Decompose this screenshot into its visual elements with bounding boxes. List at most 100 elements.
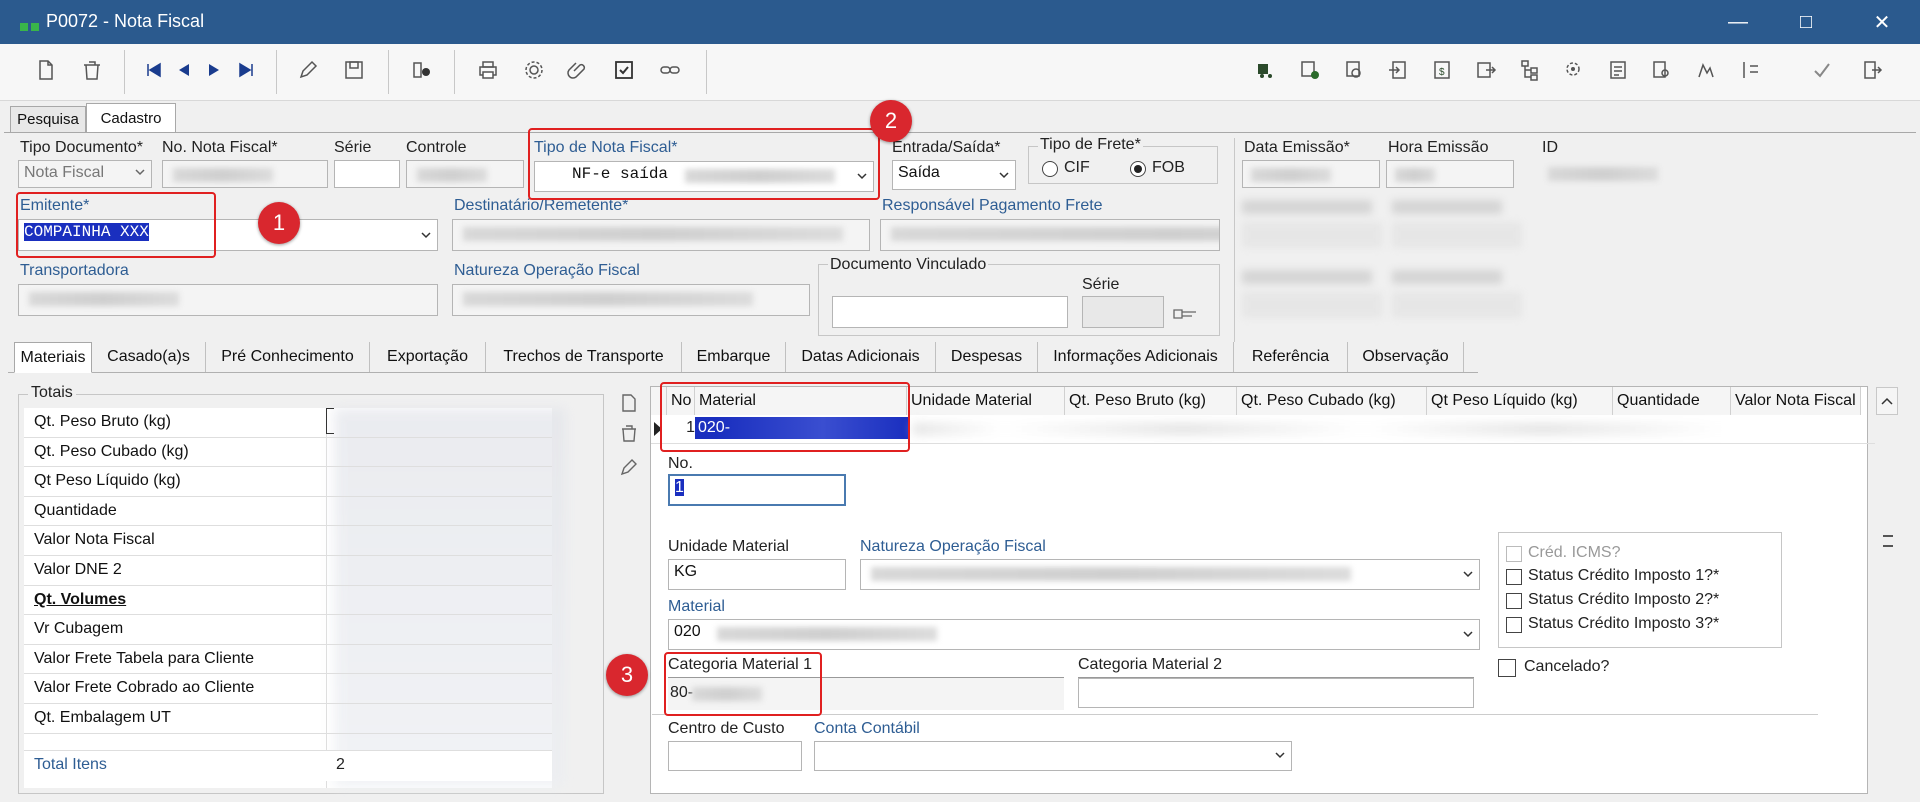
unidade-material-input[interactable]: KG bbox=[668, 559, 846, 590]
status-credito-2-checkbox[interactable] bbox=[1506, 593, 1522, 609]
status-credito-3-label: Status Crédito Imposto 3?* bbox=[1528, 615, 1720, 632]
numero-nota-input[interactable] bbox=[162, 160, 328, 188]
documento-vinculado-serie-input[interactable] bbox=[1082, 296, 1164, 328]
categoria-material-2-input[interactable] bbox=[1078, 678, 1474, 708]
radio-fob[interactable] bbox=[1130, 161, 1146, 177]
natureza-operacao-item-label: Natureza Operação Fiscal bbox=[860, 538, 1046, 555]
column-peso-bruto[interactable]: Qt. Peso Bruto (kg) bbox=[1065, 387, 1237, 415]
edit-icon[interactable] bbox=[292, 54, 324, 86]
tab-materiais[interactable]: Materiais bbox=[14, 342, 92, 373]
sign-document-icon[interactable] bbox=[1690, 54, 1722, 86]
hierarchy-icon[interactable] bbox=[1514, 54, 1546, 86]
tab-referencia[interactable]: Referência bbox=[1234, 342, 1348, 372]
centro-custo-label: Centro de Custo bbox=[668, 720, 785, 737]
first-record-icon[interactable] bbox=[138, 54, 170, 86]
cancelado-checkbox[interactable] bbox=[1498, 659, 1516, 677]
serie-input[interactable] bbox=[334, 160, 400, 188]
natureza-operacao-item-select[interactable] bbox=[860, 559, 1480, 590]
destinatario-select[interactable] bbox=[452, 219, 870, 251]
totais-row: Quantidade bbox=[24, 497, 552, 527]
gear-document-icon[interactable] bbox=[1558, 54, 1590, 86]
conta-contabil-select[interactable] bbox=[814, 741, 1292, 771]
tab-trechos-transporte[interactable]: Trechos de Transporte bbox=[486, 342, 682, 372]
approve-checkbox-icon[interactable] bbox=[608, 54, 640, 86]
print-icon[interactable] bbox=[472, 54, 504, 86]
totais-rows: Qt. Peso Bruto (kg) Qt. Peso Cubado (kg)… bbox=[24, 408, 552, 764]
status-credito-1-checkbox[interactable] bbox=[1506, 569, 1522, 585]
grid-new-icon[interactable] bbox=[618, 392, 640, 414]
preview-document-icon[interactable] bbox=[1646, 54, 1678, 86]
new-document-icon[interactable] bbox=[30, 54, 62, 86]
radio-cif[interactable] bbox=[1042, 161, 1058, 177]
controle-label: Controle bbox=[406, 139, 467, 156]
minimize-button[interactable]: — bbox=[1704, 0, 1772, 44]
settings-icon[interactable] bbox=[518, 54, 550, 86]
tab-datas-adicionais[interactable]: Datas Adicionais bbox=[786, 342, 936, 372]
confirm-icon[interactable] bbox=[1806, 54, 1838, 86]
chevron-down-icon bbox=[135, 169, 145, 176]
status-credito-3-checkbox[interactable] bbox=[1506, 617, 1522, 633]
controle-input[interactable] bbox=[406, 160, 524, 188]
sub-tab-bar: Materiais Casado(a)s Pré Conhecimento Ex… bbox=[14, 342, 1464, 373]
document-status-icon[interactable] bbox=[1294, 54, 1326, 86]
next-record-icon[interactable] bbox=[198, 54, 230, 86]
callout-badge-3: 3 bbox=[606, 654, 648, 696]
previous-record-icon[interactable] bbox=[168, 54, 200, 86]
save-icon[interactable] bbox=[338, 54, 370, 86]
tab-casados[interactable]: Casado(a)s bbox=[92, 342, 206, 372]
data-emissao-input[interactable] bbox=[1242, 160, 1380, 188]
close-button[interactable]: ✕ bbox=[1848, 0, 1916, 44]
totais-row: Qt. Volumes bbox=[24, 586, 552, 616]
vertical-scrollbar[interactable] bbox=[1876, 415, 1898, 794]
tab-pre-conhecimento[interactable]: Pré Conhecimento bbox=[206, 342, 370, 372]
totais-row: Valor DNE 2 bbox=[24, 556, 552, 586]
column-peso-cubado[interactable]: Qt. Peso Cubado (kg) bbox=[1237, 387, 1427, 415]
natureza-operacao-select[interactable] bbox=[452, 284, 810, 316]
exit-icon[interactable] bbox=[1856, 54, 1888, 86]
tab-embarque[interactable]: Embarque bbox=[682, 342, 786, 372]
documento-vinculado-serie-label: Série bbox=[1082, 276, 1120, 293]
link-icon[interactable] bbox=[654, 54, 686, 86]
tab-pesquisa[interactable]: Pesquisa bbox=[10, 106, 86, 133]
column-quantidade[interactable]: Quantidade bbox=[1613, 387, 1731, 415]
documento-vinculado-input[interactable] bbox=[832, 296, 1068, 328]
forward-document-icon[interactable] bbox=[1470, 54, 1502, 86]
grid-delete-icon[interactable] bbox=[618, 422, 640, 444]
tools-icon[interactable] bbox=[1734, 54, 1766, 86]
column-valor-nota[interactable]: Valor Nota Fiscal bbox=[1731, 387, 1861, 415]
material-select[interactable]: 020 bbox=[668, 619, 1480, 650]
column-unidade-material[interactable]: Unidade Material bbox=[907, 387, 1065, 415]
tipo-documento-label: Tipo Documento* bbox=[20, 139, 144, 156]
refresh-document-icon[interactable] bbox=[1338, 54, 1370, 86]
tab-cadastro[interactable]: Cadastro bbox=[86, 103, 176, 133]
financial-document-icon[interactable]: $ bbox=[1426, 54, 1458, 86]
centro-custo-input[interactable] bbox=[668, 741, 802, 771]
report-icon[interactable] bbox=[1602, 54, 1634, 86]
grid-edit-icon[interactable] bbox=[618, 456, 640, 478]
maximize-button[interactable]: □ bbox=[1772, 0, 1840, 44]
tipo-documento-select[interactable]: Nota Fiscal bbox=[18, 160, 152, 188]
search-record-icon[interactable] bbox=[406, 54, 438, 86]
delete-icon[interactable] bbox=[76, 54, 108, 86]
scroll-up-button[interactable] bbox=[1876, 387, 1898, 415]
window-title: P0072 - Nota Fiscal bbox=[46, 11, 205, 31]
tab-observacao[interactable]: Observação bbox=[1348, 342, 1464, 372]
entrada-saida-select[interactable]: Saída bbox=[892, 160, 1016, 190]
truck-icon[interactable] bbox=[1250, 54, 1282, 86]
cred-icms-checkbox[interactable] bbox=[1506, 546, 1522, 562]
attachment-icon[interactable] bbox=[562, 54, 594, 86]
column-peso-liquido[interactable]: Qt Peso Líquido (kg) bbox=[1427, 387, 1613, 415]
last-record-icon[interactable] bbox=[230, 54, 262, 86]
transportadora-select[interactable] bbox=[18, 284, 438, 316]
detail-no-input[interactable]: 1 bbox=[668, 474, 846, 506]
callout-emitente bbox=[16, 192, 216, 258]
tab-informacoes-adicionais[interactable]: Informações Adicionais bbox=[1038, 342, 1234, 372]
tab-despesas[interactable]: Despesas bbox=[936, 342, 1038, 372]
tab-exportacao[interactable]: Exportação bbox=[370, 342, 486, 372]
totais-row: Valor Nota Fiscal bbox=[24, 526, 552, 556]
hora-emissao-input[interactable] bbox=[1386, 160, 1514, 188]
responsavel-frete-select[interactable] bbox=[880, 219, 1220, 251]
total-itens-row: Total Itens 2 bbox=[24, 750, 552, 781]
pointing-hand-icon[interactable] bbox=[1172, 304, 1200, 322]
export-document-icon[interactable] bbox=[1382, 54, 1414, 86]
